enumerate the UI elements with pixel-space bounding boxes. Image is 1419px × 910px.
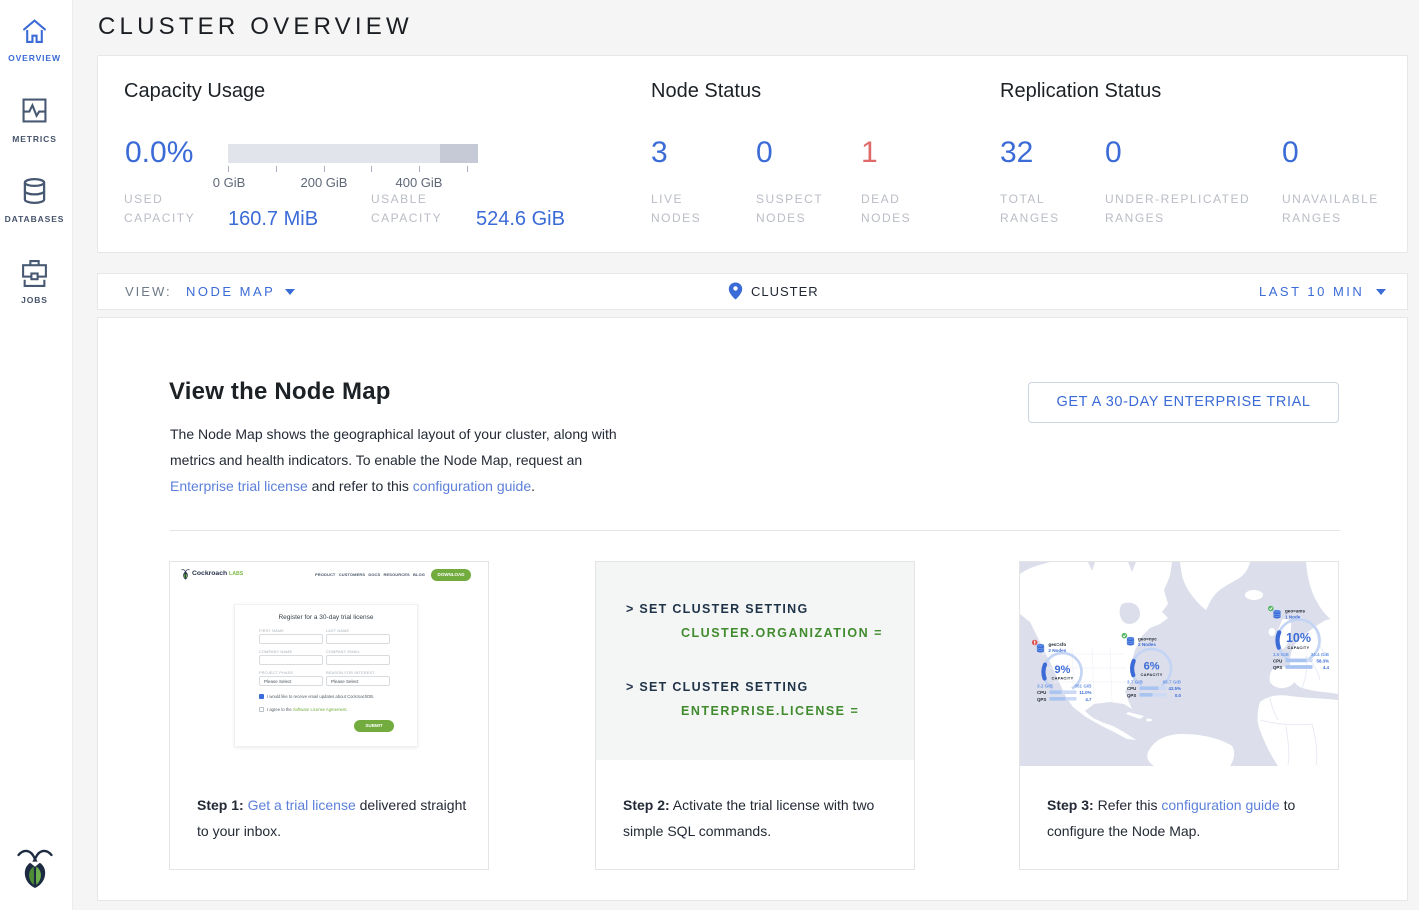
svg-text:10%: 10% (1286, 631, 1311, 645)
svg-text:3.2 GiB: 3.2 GiB (1037, 684, 1054, 689)
svg-text:QPS: QPS (1037, 697, 1046, 702)
svg-text:CAPACITY: CAPACITY (1052, 676, 1074, 681)
svg-text:3.6 GiB: 3.6 GiB (1273, 652, 1290, 657)
svg-text:CPU: CPU (1037, 690, 1046, 695)
svg-text:geo=nyc: geo=nyc (1138, 636, 1157, 641)
svg-text:3.7 GiB: 3.7 GiB (1127, 680, 1144, 685)
svg-text:geo=ams: geo=ams (1285, 609, 1305, 614)
svg-text:34.4 GiB: 34.4 GiB (1311, 652, 1330, 657)
svg-text:4.7: 4.7 (1085, 697, 1092, 702)
svg-text:geo=sfo: geo=sfo (1048, 642, 1066, 647)
svg-text:65.7 GiB: 65.7 GiB (1163, 680, 1182, 685)
svg-text:2 Nodes: 2 Nodes (1138, 642, 1156, 647)
svg-text:QPS: QPS (1127, 693, 1136, 698)
svg-text:58.3%: 58.3% (1317, 658, 1330, 663)
svg-text:4.4: 4.4 (1323, 665, 1330, 670)
svg-text:42.5%: 42.5% (1169, 686, 1182, 691)
svg-text:CAPACITY: CAPACITY (1288, 645, 1310, 650)
svg-text:9%: 9% (1055, 664, 1071, 676)
svg-text:CAPACITY: CAPACITY (1141, 672, 1163, 677)
svg-text:CPU: CPU (1273, 658, 1282, 663)
svg-text:11.0%: 11.0% (1079, 690, 1091, 695)
svg-text:CPU: CPU (1127, 686, 1136, 691)
svg-text:0.0: 0.0 (1175, 693, 1182, 698)
svg-text:351 GiB: 351 GiB (1074, 684, 1092, 689)
svg-text:6%: 6% (1144, 661, 1160, 673)
svg-text:QPS: QPS (1273, 665, 1282, 670)
